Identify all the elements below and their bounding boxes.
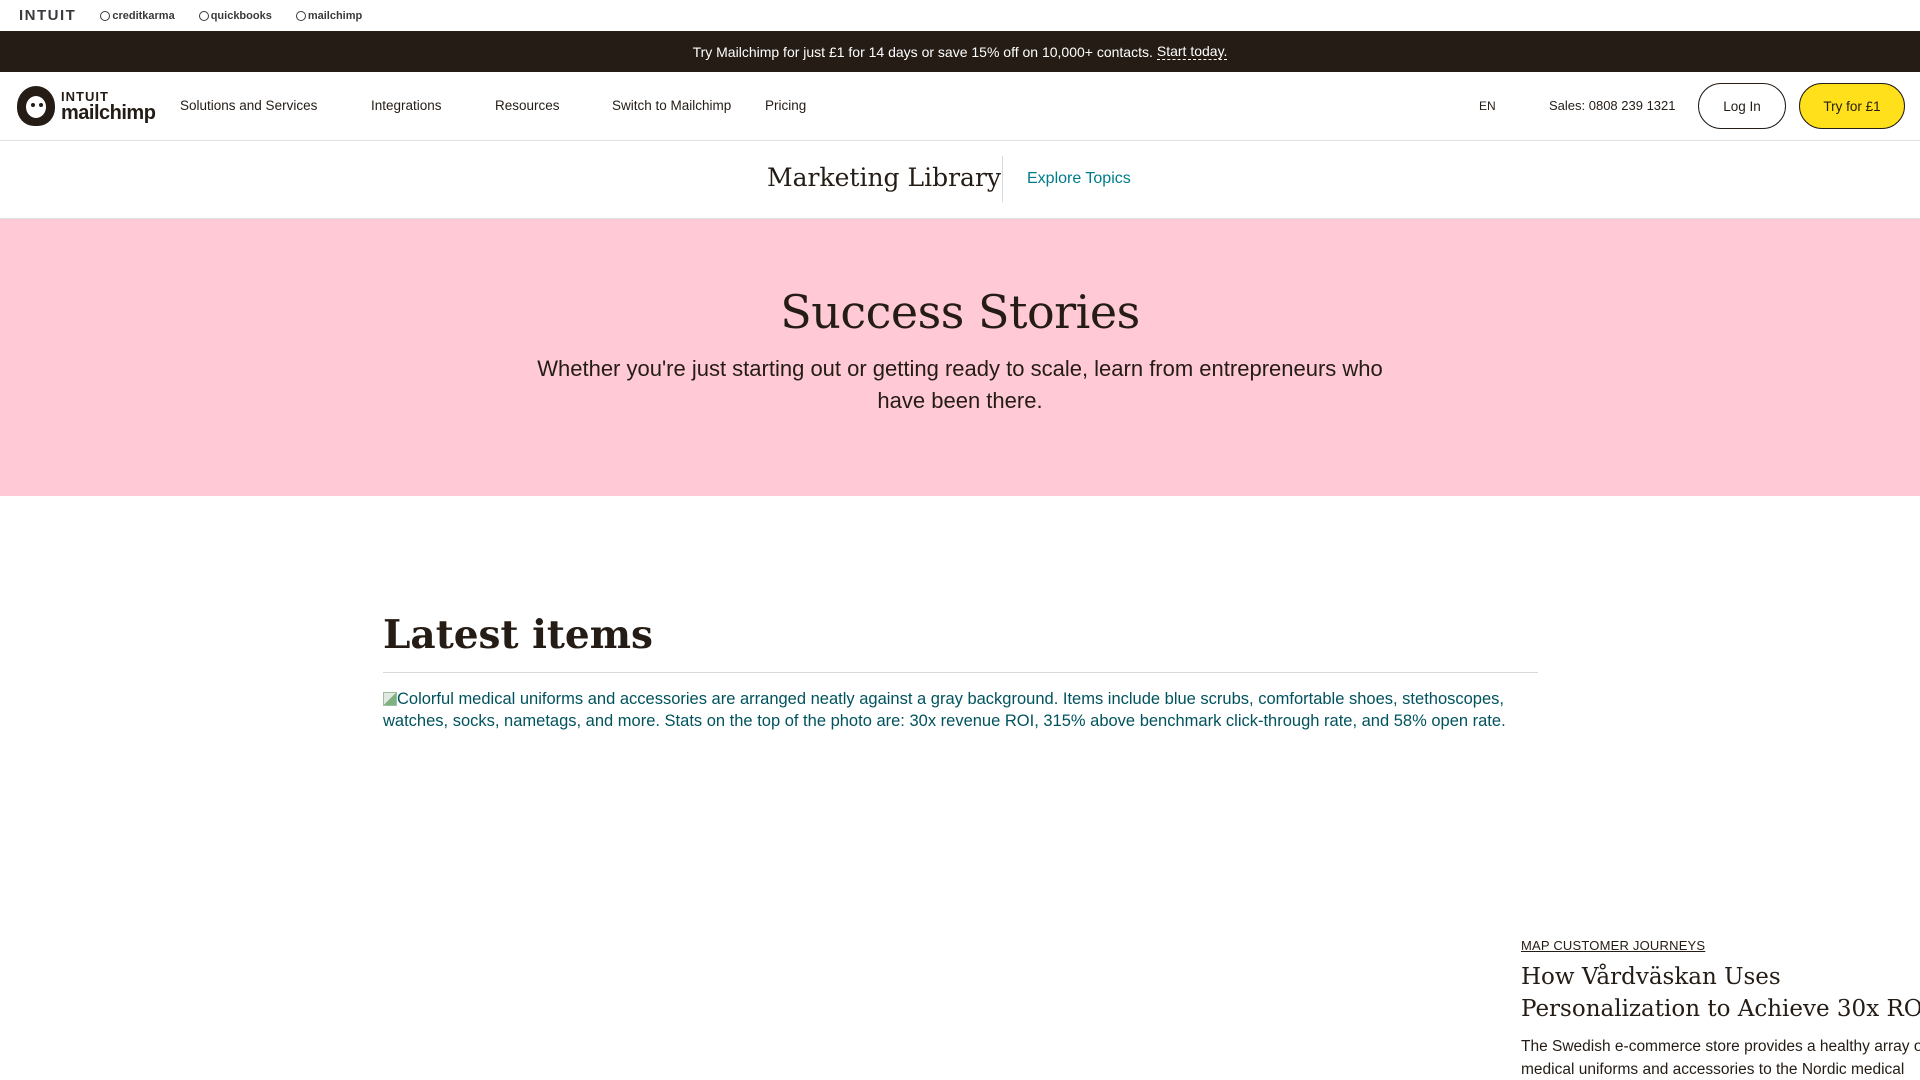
latest-items-heading: Latest items [383, 612, 653, 658]
image-alt-text: Colorful medical uniforms and accessorie… [383, 690, 1506, 730]
login-button[interactable]: Log In [1698, 83, 1786, 129]
try-button[interactable]: Try for £1 [1799, 83, 1905, 129]
brand-label: creditkarma [112, 9, 175, 22]
hero-section: Success Stories Whether you're just star… [0, 219, 1920, 496]
language-selector[interactable]: EN [1479, 99, 1496, 113]
creditkarma-icon [100, 10, 111, 21]
brand-label: mailchimp [307, 9, 363, 22]
mailchimp-logo[interactable]: INTUIT mailchimp [17, 86, 156, 126]
story-image-alt-text[interactable]: Colorful medical uniforms and accessorie… [383, 688, 1538, 732]
logo-line-intuit: INTUIT [61, 88, 109, 104]
logo-wordmark: INTUIT mailchimp [61, 88, 156, 124]
broken-image-icon [383, 692, 397, 706]
card-description: The Swedish e-commerce store provides a … [1521, 1038, 1920, 1078]
nav-item-switch[interactable]: Switch to Mailchimp [612, 98, 731, 113]
hero-subtitle: Whether you're just starting out or gett… [537, 356, 1383, 413]
promo-cta-link[interactable]: Start today. [1156, 43, 1228, 60]
library-nav-divider [1002, 156, 1003, 202]
nav-item-resources[interactable]: Resources [495, 98, 560, 113]
brand-label: quickbooks [210, 9, 272, 22]
library-title[interactable]: Marketing Library [767, 163, 1001, 192]
latest-items-divider [383, 672, 1538, 673]
promo-banner: Try Mailchimp for just £1 for 14 days or… [0, 31, 1920, 72]
logo-line-mailchimp: mailchimp [61, 101, 156, 124]
nav-item-solutions[interactable]: Solutions and Services [180, 98, 317, 113]
card-category-link[interactable]: MAP CUSTOMER JOURNEYS [1521, 938, 1705, 953]
freddie-logo-icon [17, 86, 55, 126]
explore-topics-link[interactable]: Explore Topics [1027, 170, 1131, 188]
mailchimp-small-icon [295, 10, 306, 21]
library-nav: Marketing Library Explore Topics [0, 141, 1920, 219]
brand-link-quickbooks[interactable]: quickbooks [198, 9, 272, 22]
quickbooks-icon [198, 10, 209, 21]
hero-title: Success Stories [780, 285, 1140, 339]
intuit-logo[interactable]: INTUIT [19, 7, 76, 24]
card-title-link[interactable]: How Vårdväskan Uses Personalization to A… [1521, 961, 1920, 1025]
nav-item-integrations[interactable]: Integrations [371, 98, 442, 113]
promo-text: Try Mailchimp for just £1 for 14 days or… [692, 43, 1153, 60]
sales-phone-link[interactable]: Sales: 0808 239 1321 [1549, 98, 1676, 113]
brand-link-creditkarma[interactable]: creditkarma [100, 9, 175, 22]
main-nav: INTUIT mailchimp Solutions and Services … [0, 72, 1920, 141]
intuit-brand-strip: INTUIT creditkarma quickbooks mailchimp [0, 0, 1920, 31]
brand-link-mailchimp[interactable]: mailchimp [295, 9, 363, 22]
page: INTUIT creditkarma quickbooks mailchimp … [0, 0, 1920, 1080]
nav-item-pricing[interactable]: Pricing [765, 98, 806, 113]
